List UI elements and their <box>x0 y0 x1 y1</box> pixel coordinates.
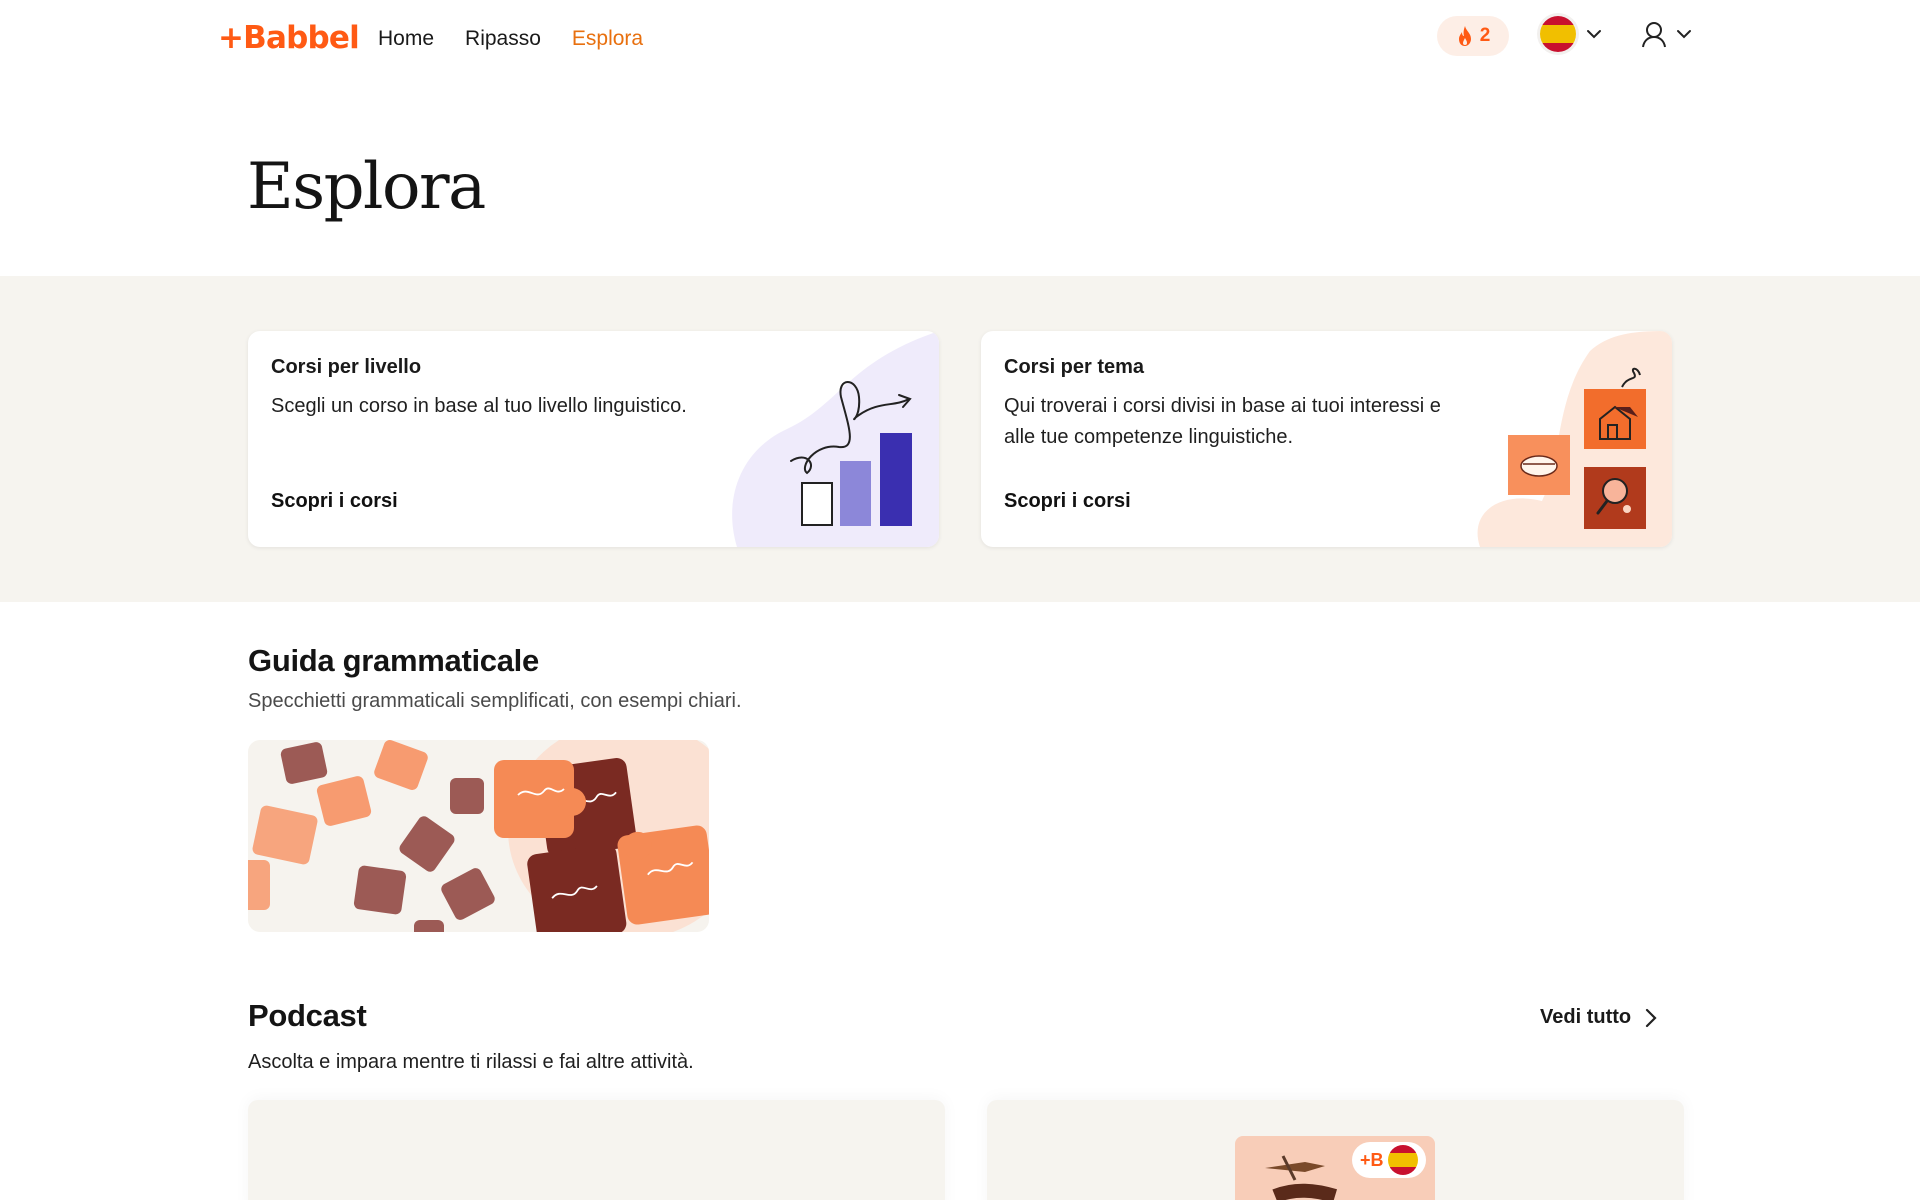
card-title: Corsi per tema <box>1004 356 1145 378</box>
spain-flag-icon <box>1540 16 1576 52</box>
podcast-subtitle: Ascolta e impara mentre ti rilassi e fai… <box>248 1051 694 1073</box>
chevron-down-icon <box>1677 30 1691 39</box>
babbel-mark: +B <box>1360 1149 1384 1170</box>
spain-flag-icon <box>1387 1145 1418 1175</box>
card-title: Corsi per livello <box>271 356 422 378</box>
chevron-right-icon <box>1646 1008 1657 1027</box>
podcast-card[interactable] <box>248 1100 945 1200</box>
level-chart-illustration <box>732 331 939 547</box>
podcast-title: Podcast <box>248 998 367 1033</box>
flame-icon <box>1458 26 1471 46</box>
main-nav: Home Ripasso Esplora <box>378 27 643 51</box>
page-title: Esplora <box>247 150 486 224</box>
user-icon <box>1642 22 1666 48</box>
discover-courses-link[interactable]: Scopri i corsi <box>271 490 398 513</box>
puzzle-pieces-illustration <box>248 740 709 932</box>
card-description: Scegli un corso in base al tuo livello l… <box>271 395 687 417</box>
top-bar: +Babbel Home Ripasso Esplora 2 <box>0 0 1920 82</box>
see-all-link[interactable]: Vedi tutto <box>1540 1006 1657 1029</box>
chevron-down-icon <box>1587 30 1601 39</box>
nav-home[interactable]: Home <box>378 27 434 51</box>
card-description: Qui troverai i corsi divisi in base ai t… <box>1004 395 1441 448</box>
see-all-label: Vedi tutto <box>1540 1006 1632 1028</box>
podcast-card[interactable] <box>987 1100 1684 1200</box>
grammar-guide-card[interactable] <box>248 740 709 932</box>
language-selector[interactable] <box>1540 16 1602 52</box>
courses-by-topic-card[interactable]: Corsi per tema Qui troverai i corsi divi… <box>981 331 1672 547</box>
podcast-language-badge: +B <box>1352 1142 1426 1178</box>
nav-esplora[interactable]: Esplora <box>572 27 643 51</box>
grammar-guide-title: Guida grammaticale <box>248 643 539 678</box>
babbel-logo[interactable]: +Babbel <box>218 20 360 56</box>
streak-count: 2 <box>1479 25 1491 46</box>
nav-ripasso[interactable]: Ripasso <box>465 27 541 51</box>
courses-by-level-card[interactable]: Corsi per livello Scegli un corso in bas… <box>248 331 939 547</box>
topics-illustration <box>1477 331 1672 547</box>
streak-badge[interactable]: 2 <box>1437 16 1509 56</box>
grammar-guide-subtitle: Specchietti grammaticali semplificati, c… <box>248 690 742 712</box>
user-menu[interactable] <box>1640 20 1692 48</box>
discover-courses-link[interactable]: Scopri i corsi <box>1004 490 1131 513</box>
